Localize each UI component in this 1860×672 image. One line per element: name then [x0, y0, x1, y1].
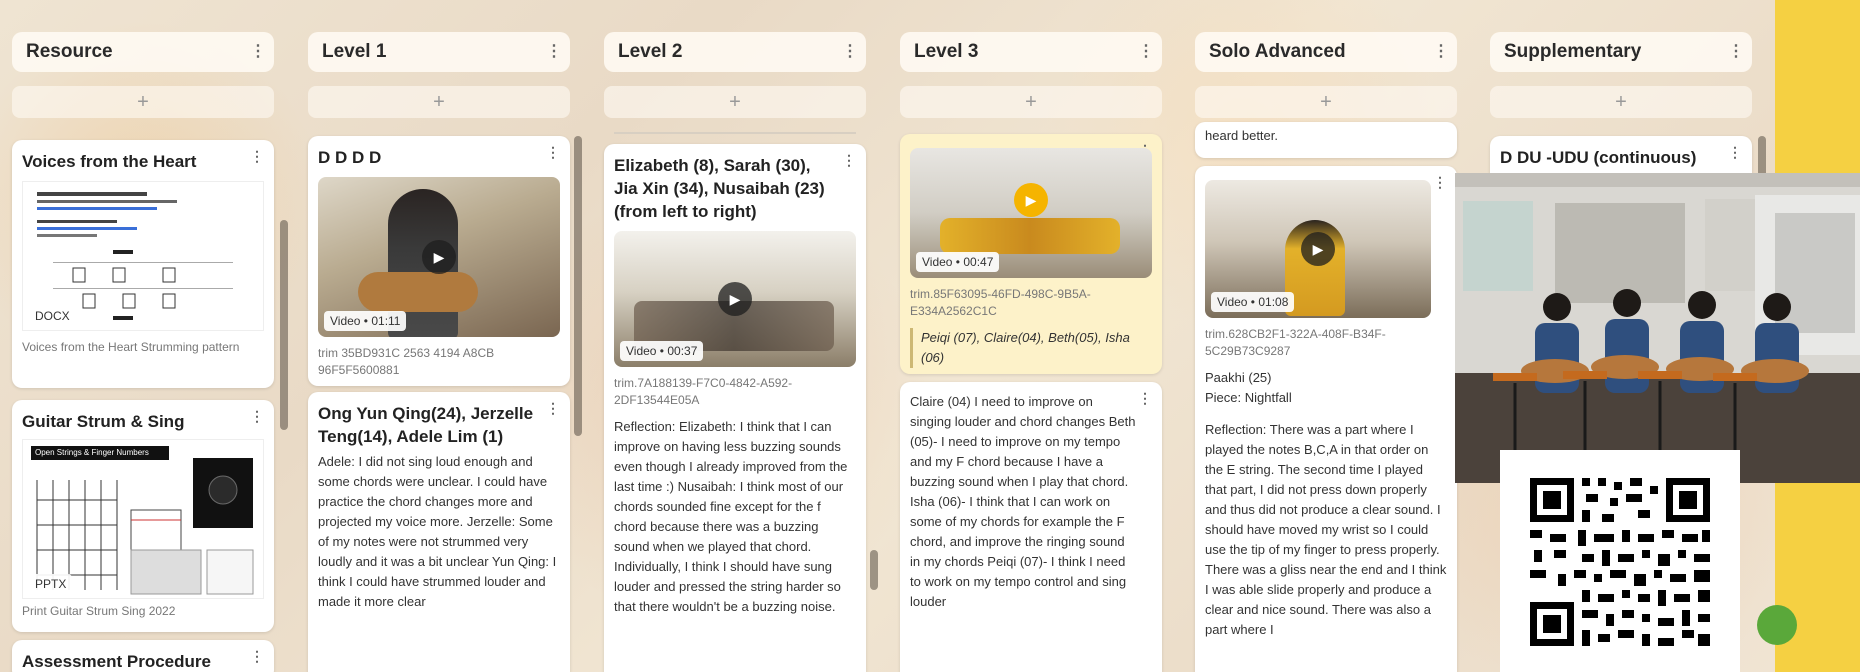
column-level-3: Level 3 ⋮ + ⋮ ▶ Video • 00:47 trim.85F63… — [900, 0, 1162, 672]
post-menu-icon[interactable]: ⋮ — [842, 152, 856, 169]
post-card[interactable]: Voices from the Heart ⋮ DOCX Voices from… — [12, 140, 274, 388]
post-card[interactable]: ⋮ ▶ Video • 01:08 trim.628CB2F1-322A-408… — [1195, 166, 1457, 672]
post-menu-icon[interactable]: ⋮ — [1433, 174, 1447, 191]
column-level-2: Level 2 ⋮ + Elizabeth (8), Sarah (30), J… — [604, 0, 878, 672]
play-icon[interactable]: ▶ — [718, 282, 752, 316]
column-title: Level 1 — [322, 41, 387, 62]
file-name: trim.85F63095-46FD-498C-9B5A-E334A2562C1… — [910, 287, 1091, 318]
post-caption: Print Guitar Strum Sing 2022 — [22, 604, 176, 618]
performance-photo — [1455, 173, 1860, 483]
quote-block: Peiqi (07), Claire(04), Beth(05), Isha (… — [910, 328, 1152, 368]
guitar-shape — [358, 272, 478, 312]
post-card[interactable]: ⋮ ▶ Video • 00:47 trim.85F63095-46FD-498… — [900, 134, 1162, 374]
column-scrollbar[interactable] — [870, 550, 878, 590]
post-card[interactable]: Assessment Procedure ⋮ — [12, 640, 274, 672]
column-menu-icon[interactable]: ⋮ — [546, 44, 562, 60]
column-menu-icon[interactable]: ⋮ — [250, 44, 266, 60]
column-title: Supplementary — [1504, 41, 1642, 62]
post-menu-icon[interactable]: ⋮ — [546, 144, 560, 161]
student-name: Paakhi (25) — [1205, 370, 1272, 385]
column-title: Level 3 — [914, 41, 979, 62]
floating-action-button[interactable] — [1757, 605, 1797, 645]
add-post-button[interactable]: + — [1195, 86, 1457, 118]
play-icon[interactable]: ▶ — [422, 240, 456, 274]
column-header[interactable]: Supplementary ⋮ — [1490, 32, 1752, 72]
column-menu-icon[interactable]: ⋮ — [1138, 44, 1154, 60]
column-menu-icon[interactable]: ⋮ — [842, 44, 858, 60]
column-resource: Resource ⋮ + Voices from the Heart ⋮ DOC… — [12, 0, 288, 672]
post-menu-icon[interactable]: ⋮ — [1138, 390, 1152, 407]
slide-preview: Open Strings & Finger Numbers PPTX — [22, 439, 264, 599]
post-body: heard better. — [1205, 128, 1278, 143]
qr-code[interactable] — [1500, 450, 1740, 672]
column-header[interactable]: Level 1 ⋮ — [308, 32, 570, 72]
video-duration-badge: Video • 00:37 — [620, 341, 704, 361]
column-title: Solo Advanced — [1209, 41, 1346, 62]
post-body: Reflection: Elizabeth: I think that I ca… — [614, 419, 848, 614]
column-header[interactable]: Level 2 ⋮ — [604, 32, 866, 72]
video-thumbnail[interactable]: ▶ Video • 01:11 — [318, 177, 560, 337]
column-scrollbar[interactable] — [280, 220, 288, 430]
video-thumbnail[interactable]: ▶ Video • 01:08 — [1205, 180, 1431, 318]
post-menu-icon[interactable]: ⋮ — [250, 648, 264, 665]
post-card[interactable]: Ong Yun Qing(24), Jerzelle Teng(14), Ade… — [308, 392, 570, 672]
post-menu-icon[interactable]: ⋮ — [250, 408, 264, 425]
add-post-button[interactable]: + — [1490, 86, 1752, 118]
divider — [614, 132, 856, 134]
column-header[interactable]: Resource ⋮ — [12, 32, 274, 72]
post-card[interactable]: Guitar Strum & Sing ⋮ Open Strings & Fin… — [12, 400, 274, 632]
column-scrollbar[interactable] — [574, 136, 582, 436]
post-menu-icon[interactable]: ⋮ — [1728, 144, 1742, 161]
video-duration-badge: Video • 01:08 — [1211, 292, 1295, 312]
post-title: Elizabeth (8), Sarah (30), Jia Xin (34),… — [614, 156, 825, 221]
add-post-button[interactable]: + — [12, 86, 274, 118]
post-title: Voices from the Heart — [22, 152, 197, 171]
post-title: D D D D — [318, 148, 382, 167]
post-title: Assessment Procedure — [22, 652, 211, 671]
add-post-button[interactable]: + — [308, 86, 570, 118]
play-icon[interactable]: ▶ — [1014, 183, 1048, 217]
classroom-performance-image — [1455, 173, 1860, 483]
column-header[interactable]: Solo Advanced ⋮ — [1195, 32, 1457, 72]
file-name: trim 35BD931C 2563 4194 A8CB 96F5F560088… — [318, 346, 495, 377]
piece-name: Piece: Nightfall — [1205, 390, 1292, 405]
file-type-badge: PPTX — [29, 574, 73, 594]
performers-figure — [940, 218, 1120, 254]
document-preview: DOCX — [22, 181, 264, 331]
post-title: Ong Yun Qing(24), Jerzelle Teng(14), Ade… — [318, 404, 534, 446]
quote-text: Peiqi (07), Claire(04), Beth(05), Isha (… — [921, 330, 1130, 365]
add-post-button[interactable]: + — [900, 86, 1162, 118]
post-menu-icon[interactable]: ⋮ — [250, 148, 264, 165]
post-menu-icon[interactable]: ⋮ — [546, 400, 560, 417]
post-card[interactable]: ⋮ Claire (04) I need to improve on singi… — [900, 382, 1162, 672]
video-thumbnail[interactable]: ▶ Video • 00:37 — [614, 231, 856, 367]
video-duration-badge: Video • 01:11 — [324, 311, 407, 331]
add-post-button[interactable]: + — [604, 86, 866, 118]
file-name: trim.7A188139-F7C0-4842-A592-2DF13544E05… — [614, 376, 793, 407]
video-duration-badge: Video • 00:47 — [916, 252, 1000, 272]
post-card[interactable]: D D D D ⋮ ▶ Video • 01:11 trim 35BD931C … — [308, 136, 570, 386]
file-type-badge: DOCX — [29, 306, 76, 326]
column-title: Level 2 — [618, 41, 683, 62]
post-body: Reflection: There was a part where I pla… — [1205, 422, 1447, 637]
post-caption: Voices from the Heart Strumming pattern — [22, 340, 240, 354]
post-body: Adele: I did not sing loud enough and so… — [318, 454, 557, 609]
video-thumbnail[interactable]: ▶ Video • 00:47 — [910, 148, 1152, 278]
post-card[interactable]: heard better. — [1195, 122, 1457, 158]
column-title: Resource — [26, 41, 113, 62]
column-header[interactable]: Level 3 ⋮ — [900, 32, 1162, 72]
post-body: Claire (04) I need to improve on singing… — [910, 394, 1136, 609]
qr-code-image — [1500, 450, 1740, 672]
column-menu-icon[interactable]: ⋮ — [1433, 44, 1449, 60]
post-card[interactable]: Elizabeth (8), Sarah (30), Jia Xin (34),… — [604, 144, 866, 672]
post-title: D DU -UDU (continuous) — [1500, 148, 1697, 167]
play-icon[interactable]: ▶ — [1301, 232, 1335, 266]
column-level-1: Level 1 ⋮ + D D D D ⋮ ▶ Video • 01:11 tr… — [308, 0, 582, 672]
post-title: Guitar Strum & Sing — [22, 412, 185, 431]
column-solo-advanced: Solo Advanced ⋮ + heard better. ⋮ ▶ Vide… — [1195, 0, 1457, 672]
column-menu-icon[interactable]: ⋮ — [1728, 44, 1744, 60]
file-name: trim.628CB2F1-322A-408F-B34F-5C29B73C928… — [1205, 327, 1386, 358]
slide-header: Open Strings & Finger Numbers — [31, 446, 169, 460]
